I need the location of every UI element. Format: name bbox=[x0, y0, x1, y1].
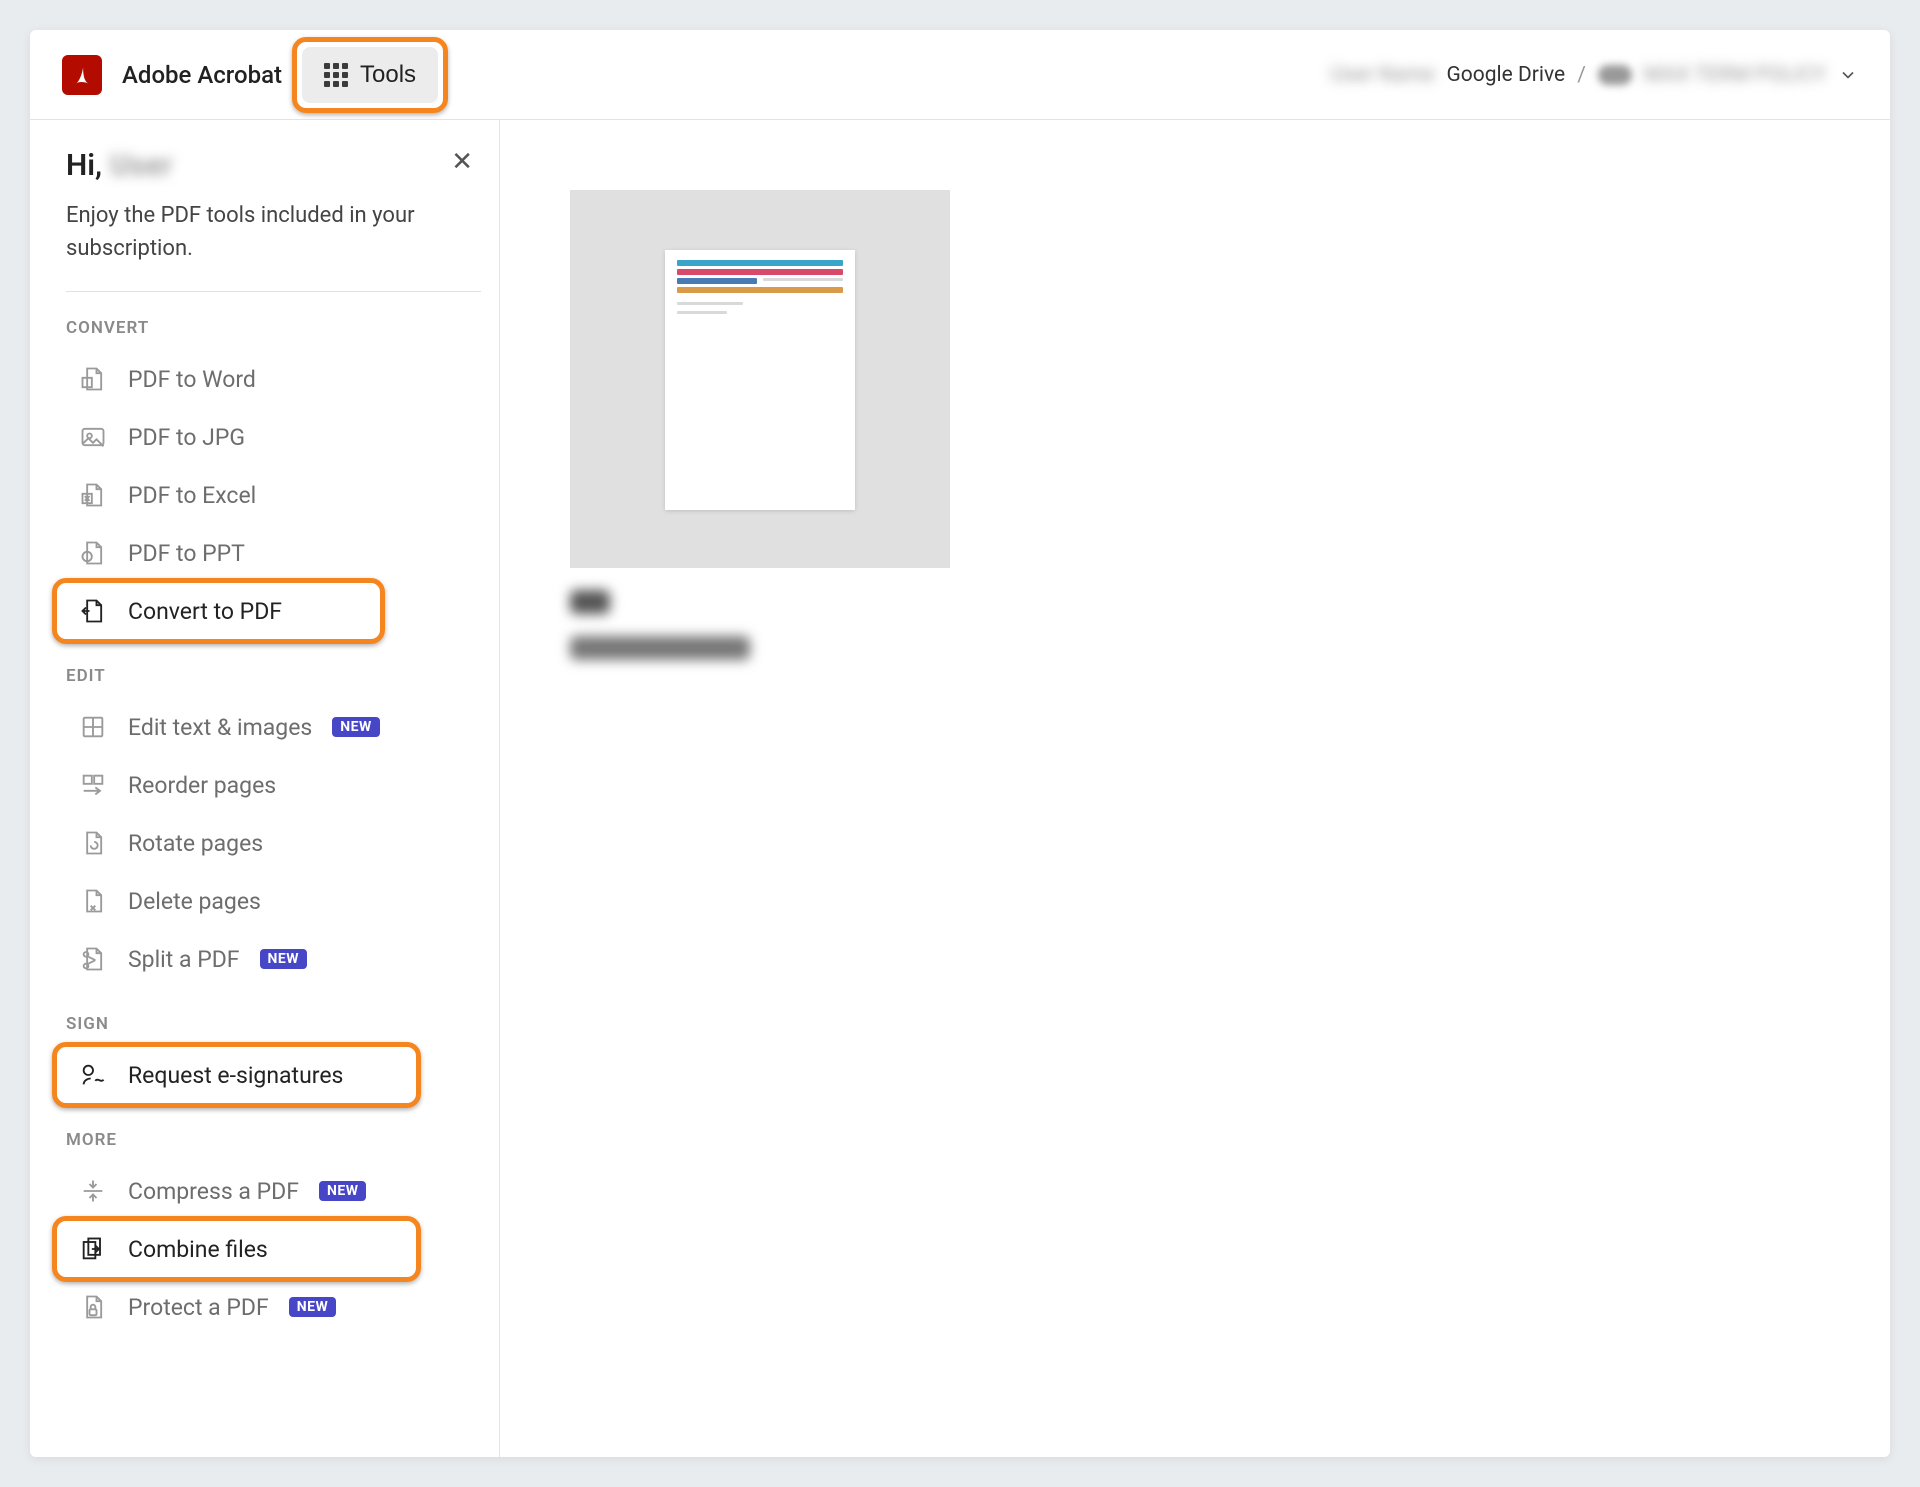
greeting-name: User bbox=[110, 148, 172, 183]
document-card[interactable] bbox=[570, 190, 1820, 660]
tool-label: Protect a PDF bbox=[128, 1294, 269, 1321]
tool-convert-to-pdf-wrap: Convert to PDF bbox=[66, 582, 481, 640]
delete-icon bbox=[78, 886, 108, 916]
tool-label: Combine files bbox=[128, 1236, 268, 1263]
grid-icon bbox=[324, 63, 348, 87]
app-window: Adobe Acrobat Tools User Name Google Dri… bbox=[30, 30, 1890, 1457]
tool-label: PDF to Excel bbox=[128, 482, 256, 509]
section-more-label: MORE bbox=[66, 1130, 481, 1150]
app-title: Adobe Acrobat bbox=[122, 61, 282, 89]
tool-label: Convert to PDF bbox=[128, 598, 282, 625]
signature-icon bbox=[78, 1060, 108, 1090]
tool-label: PDF to PPT bbox=[128, 540, 245, 567]
header-bar: Adobe Acrobat Tools User Name Google Dri… bbox=[30, 30, 1890, 120]
main-content bbox=[500, 120, 1890, 1457]
image-icon bbox=[78, 422, 108, 452]
tool-pdf-to-excel[interactable]: PDF to Excel bbox=[66, 466, 481, 524]
new-badge: NEW bbox=[319, 1181, 367, 1201]
tool-label: Rotate pages bbox=[128, 830, 263, 857]
divider bbox=[66, 291, 481, 292]
doc-excel-icon bbox=[78, 480, 108, 510]
split-icon bbox=[78, 944, 108, 974]
greeting-prefix: Hi, bbox=[66, 148, 102, 183]
section-convert-label: CONVERT bbox=[66, 318, 481, 338]
breadcrumb-blurpill bbox=[1598, 65, 1632, 85]
rotate-icon bbox=[78, 828, 108, 858]
chevron-down-icon[interactable] bbox=[1838, 65, 1858, 85]
breadcrumb-sep: / bbox=[1577, 63, 1586, 87]
breadcrumb-service[interactable]: Google Drive bbox=[1447, 63, 1566, 87]
tool-pdf-to-jpg[interactable]: PDF to JPG bbox=[66, 408, 481, 466]
tool-label: PDF to JPG bbox=[128, 424, 245, 451]
section-edit-label: EDIT bbox=[66, 666, 481, 686]
tool-label: PDF to Word bbox=[128, 366, 256, 393]
tool-edit-text-images[interactable]: Edit text & images NEW bbox=[66, 698, 481, 756]
tools-button-wrap: Tools bbox=[302, 47, 438, 103]
compress-icon bbox=[78, 1176, 108, 1206]
tool-combine-files[interactable]: Combine files bbox=[66, 1220, 481, 1278]
tool-rotate-pages[interactable]: Rotate pages bbox=[66, 814, 481, 872]
tool-split-pdf[interactable]: Split a PDF NEW bbox=[66, 930, 481, 988]
document-thumbnail bbox=[570, 190, 950, 568]
doc-ppt-icon bbox=[78, 538, 108, 568]
tool-delete-pages[interactable]: Delete pages bbox=[66, 872, 481, 930]
tool-pdf-to-word[interactable]: PDF to Word bbox=[66, 350, 481, 408]
tools-sidebar: ✕ Hi, User Enjoy the PDF tools included … bbox=[30, 120, 500, 1457]
breadcrumb-file[interactable]: MAX TERM POLICY bbox=[1644, 63, 1826, 87]
new-badge: NEW bbox=[289, 1297, 337, 1317]
tool-pdf-to-ppt[interactable]: PDF to PPT bbox=[66, 524, 481, 582]
convert-pdf-icon bbox=[78, 596, 108, 626]
tool-request-esign-wrap: Request e-signatures bbox=[66, 1046, 481, 1104]
acrobat-icon bbox=[69, 62, 95, 88]
lock-icon bbox=[78, 1292, 108, 1322]
tool-compress-pdf[interactable]: Compress a PDF NEW bbox=[66, 1162, 481, 1220]
reorder-icon bbox=[78, 770, 108, 800]
new-badge: NEW bbox=[260, 949, 308, 969]
tool-label: Request e-signatures bbox=[128, 1062, 343, 1089]
tool-label: Delete pages bbox=[128, 888, 261, 915]
tool-request-esignatures[interactable]: Request e-signatures bbox=[66, 1046, 481, 1104]
tool-label: Compress a PDF bbox=[128, 1178, 299, 1205]
tool-label: Split a PDF bbox=[128, 946, 240, 973]
greeting-subtext: Enjoy the PDF tools included in your sub… bbox=[66, 199, 426, 265]
new-badge: NEW bbox=[332, 717, 380, 737]
tool-protect-pdf[interactable]: Protect a PDF NEW bbox=[66, 1278, 481, 1336]
tool-convert-to-pdf[interactable]: Convert to PDF bbox=[66, 582, 481, 640]
document-page-preview bbox=[665, 250, 855, 510]
doc-ext-label bbox=[570, 590, 610, 614]
greeting: Hi, User bbox=[66, 148, 481, 183]
combine-icon bbox=[78, 1234, 108, 1264]
doc-word-icon bbox=[78, 364, 108, 394]
tools-label: Tools bbox=[360, 61, 416, 89]
doc-name-label bbox=[570, 636, 750, 660]
breadcrumbs: User Name Google Drive / MAX TERM POLICY bbox=[1331, 63, 1858, 87]
tool-label: Reorder pages bbox=[128, 772, 276, 799]
section-sign-label: SIGN bbox=[66, 1014, 481, 1034]
body: ✕ Hi, User Enjoy the PDF tools included … bbox=[30, 120, 1890, 1457]
tool-reorder-pages[interactable]: Reorder pages bbox=[66, 756, 481, 814]
tools-button[interactable]: Tools bbox=[302, 47, 438, 103]
breadcrumb-account[interactable]: User Name bbox=[1331, 63, 1435, 87]
edit-icon bbox=[78, 712, 108, 742]
acrobat-logo bbox=[62, 55, 102, 95]
close-icon[interactable]: ✕ bbox=[451, 148, 473, 174]
tool-label: Edit text & images bbox=[128, 714, 312, 741]
tool-combine-files-wrap: Combine files bbox=[66, 1220, 481, 1278]
